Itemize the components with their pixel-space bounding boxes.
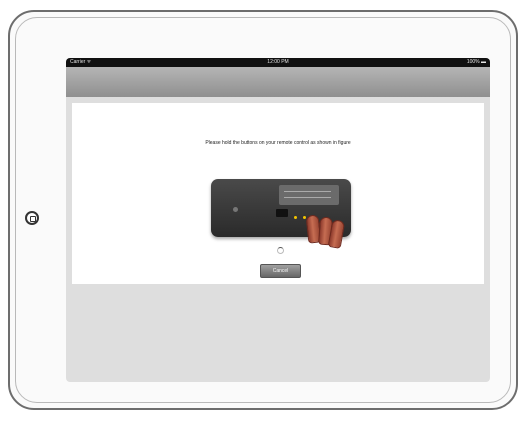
status-time: 12:00 PM — [267, 59, 289, 65]
cancel-button[interactable]: Cancel — [260, 264, 301, 278]
navigation-bar — [66, 67, 490, 97]
home-button-icon[interactable] — [25, 211, 39, 225]
remote-label-sticker — [279, 185, 339, 205]
remote-sensor — [233, 207, 238, 212]
status-bar: Carrier ᯤ 12:00 PM 100% ▬ — [66, 58, 490, 67]
remote-button-slot — [276, 209, 288, 217]
instruction-text: Please hold the buttons on your remote c… — [205, 140, 351, 146]
loading-spinner-icon — [277, 247, 284, 254]
status-battery: 100% ▬ — [466, 59, 486, 65]
pairing-panel: Please hold the buttons on your remote c… — [72, 103, 484, 284]
app-screen: Carrier ᯤ 12:00 PM 100% ▬ Please hold th… — [66, 58, 490, 382]
remote-control-illustration — [211, 179, 351, 249]
remote-indicator-dot — [294, 216, 297, 219]
